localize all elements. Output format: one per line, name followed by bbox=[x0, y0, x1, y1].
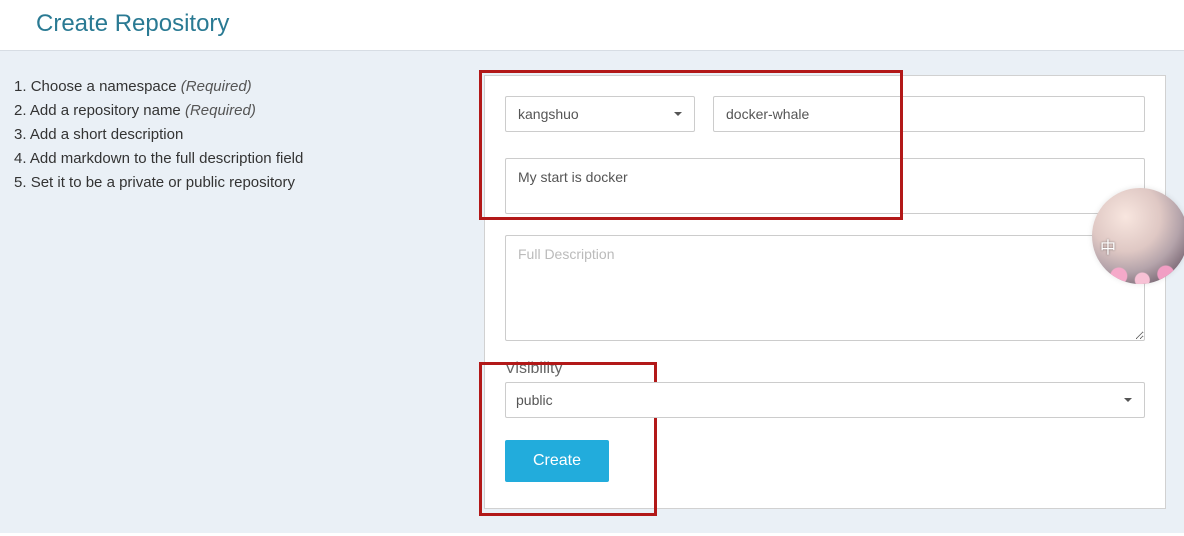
visibility-label: Visibility bbox=[505, 360, 1145, 378]
instruction-item: Choose a namespace (Required) bbox=[14, 75, 484, 99]
caret-down-icon bbox=[674, 112, 682, 116]
visibility-select[interactable]: public bbox=[505, 382, 1145, 418]
short-description-input[interactable] bbox=[505, 158, 1145, 214]
full-description-input[interactable] bbox=[505, 235, 1145, 341]
form-card: kangshuo Visibility public Create bbox=[484, 75, 1166, 509]
repo-name-input[interactable] bbox=[713, 96, 1145, 132]
avatar[interactable]: 中 bbox=[1092, 188, 1184, 284]
main-panel: Choose a namespace (Required) Add a repo… bbox=[0, 50, 1184, 533]
instruction-item: Set it to be a private or public reposit… bbox=[14, 171, 484, 195]
required-tag: (Required) bbox=[181, 78, 252, 95]
instruction-item: Add a short description bbox=[14, 123, 484, 147]
instruction-item: Add markdown to the full description fie… bbox=[14, 147, 484, 171]
caret-down-icon bbox=[1124, 398, 1132, 402]
required-tag: (Required) bbox=[185, 102, 256, 119]
instruction-text: Choose a namespace bbox=[31, 78, 177, 95]
namespace-select[interactable]: kangshuo bbox=[505, 96, 695, 132]
instructions-list: Choose a namespace (Required) Add a repo… bbox=[14, 75, 484, 195]
instruction-item: Add a repository name (Required) bbox=[14, 99, 484, 123]
visibility-value: public bbox=[516, 392, 553, 408]
create-button[interactable]: Create bbox=[505, 440, 609, 482]
instruction-text: Add markdown to the full description fie… bbox=[30, 150, 303, 167]
avatar-glyph: 中 bbox=[1100, 234, 1116, 258]
namespace-value: kangshuo bbox=[518, 106, 579, 122]
instruction-text: Set it to be a private or public reposit… bbox=[31, 174, 295, 191]
name-row: kangshuo bbox=[505, 96, 1145, 132]
instruction-text: Add a short description bbox=[30, 126, 183, 143]
instruction-text: Add a repository name bbox=[30, 102, 181, 119]
page-title: Create Repository bbox=[0, 0, 1184, 50]
